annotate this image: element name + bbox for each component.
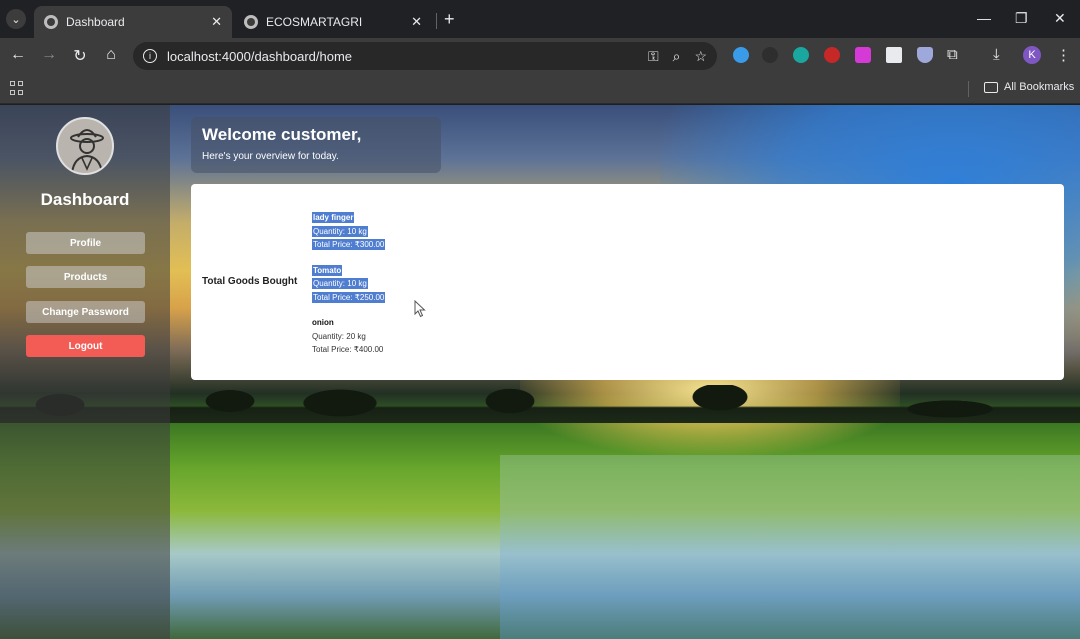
page-viewport: Dashboard Profile Products Change Passwo…: [0, 105, 1080, 639]
tab-separator: [436, 13, 437, 29]
globe-icon: [244, 15, 258, 29]
logout-button[interactable]: Logout: [26, 335, 145, 357]
bookmarks-separator: [968, 81, 969, 97]
extension-icon[interactable]: [886, 47, 902, 63]
extension-icon[interactable]: [762, 47, 778, 63]
close-tab-icon[interactable]: ✕: [411, 14, 422, 30]
folder-icon: [984, 81, 998, 93]
address-bar[interactable]: i localhost:4000/dashboard/home ⚿ ⌕ ☆: [133, 42, 717, 70]
close-window-button[interactable]: ✕: [1054, 10, 1066, 27]
arrow-right-icon: →: [41, 46, 57, 63]
reload-button[interactable]: ↻: [70, 46, 90, 66]
star-icon[interactable]: ☆: [694, 48, 707, 65]
forward-button[interactable]: →: [39, 46, 59, 64]
tab-strip: ⌄ Dashboard ✕ ECOSMARTAGRI ✕ + — ❐ ✕: [0, 0, 1080, 38]
plus-icon: +: [444, 9, 455, 29]
list-item: Tomato Quantity: 10 kg Total Price: ₹250…: [312, 264, 386, 305]
bookmarks-bar: All Bookmarks: [0, 74, 1080, 104]
reload-icon: ↻: [73, 48, 87, 65]
url-text[interactable]: localhost:4000/dashboard/home: [167, 49, 634, 64]
apps-grid-icon[interactable]: [10, 81, 24, 95]
kebab-menu-icon[interactable]: ⋮: [1056, 46, 1071, 64]
item-name: lady finger: [312, 212, 355, 223]
close-icon: ✕: [1054, 10, 1066, 26]
tab-title: ECOSMARTAGRI: [266, 15, 363, 29]
item-name: Tomato: [312, 264, 343, 276]
item-total-price: Total Price: ₹250.00: [312, 291, 386, 303]
globe-icon: [44, 15, 58, 29]
sidebar-title: Dashboard: [40, 190, 130, 209]
home-icon: ⌂: [106, 46, 116, 63]
tab-dashboard[interactable]: Dashboard ✕: [34, 6, 232, 38]
arrow-left-icon: ←: [10, 46, 26, 63]
goods-card: Total Goods Bought lady finger Quantity:…: [191, 184, 1064, 380]
extension-icon[interactable]: [855, 47, 871, 63]
zoom-icon[interactable]: ⌕: [673, 48, 681, 65]
item-quantity: Quantity: 10 kg: [312, 278, 368, 289]
item-total-price: Total Price: ₹300.00: [312, 239, 386, 250]
tab-ecosmartagri[interactable]: ECOSMARTAGRI ✕: [234, 6, 432, 38]
item-name: onion: [312, 318, 334, 327]
list-item: onion Quantity: 20 kg Total Price: ₹400.…: [312, 316, 385, 357]
info-icon[interactable]: i: [143, 49, 157, 63]
all-bookmarks-label: All Bookmarks: [1004, 81, 1075, 93]
products-button[interactable]: Products: [26, 266, 145, 288]
farmer-avatar-icon: [56, 117, 114, 175]
all-bookmarks-button[interactable]: All Bookmarks: [984, 81, 1074, 93]
item-total-price: Total Price: ₹400.00: [312, 345, 384, 354]
chevron-down-icon: ⌄: [11, 13, 21, 26]
sidebar: Dashboard Profile Products Change Passwo…: [0, 105, 170, 639]
change-password-button[interactable]: Change Password: [26, 301, 145, 323]
minimize-button[interactable]: —: [977, 10, 991, 26]
mouse-cursor-icon: [414, 300, 426, 318]
profile-button[interactable]: Profile: [26, 232, 145, 254]
item-quantity: Quantity: 10 kg: [312, 225, 368, 237]
welcome-banner: Welcome customer, Here's your overview f…: [191, 117, 441, 173]
profile-avatar[interactable]: K: [1023, 46, 1041, 64]
home-button[interactable]: ⌂: [101, 46, 121, 64]
key-icon[interactable]: ⚿: [648, 48, 659, 65]
close-tab-icon[interactable]: ✕: [211, 14, 222, 30]
restore-button[interactable]: ❐: [1015, 10, 1028, 27]
extension-icon[interactable]: [793, 47, 809, 63]
extension-icon[interactable]: [824, 47, 840, 63]
new-tab-button[interactable]: +: [444, 9, 455, 29]
welcome-title: Welcome customer,: [202, 125, 362, 144]
orders-list: lady finger Quantity: 10 kg Total Price:…: [312, 211, 386, 369]
item-quantity: Quantity: 20 kg: [312, 331, 366, 341]
shield-icon[interactable]: [917, 47, 933, 63]
back-button[interactable]: ←: [8, 46, 28, 64]
puzzle-icon[interactable]: ⧉: [947, 46, 958, 63]
tab-search-button[interactable]: ⌄: [6, 9, 26, 29]
download-icon[interactable]: ⤓: [993, 46, 1000, 63]
restore-icon: ❐: [1015, 10, 1028, 26]
background-water: [500, 455, 1080, 639]
goods-label: Total Goods Bought: [202, 276, 298, 287]
tab-title: Dashboard: [66, 15, 125, 29]
minimize-icon: —: [977, 10, 991, 26]
welcome-subtitle: Here's your overview for today.: [202, 151, 339, 162]
list-item: lady finger Quantity: 10 kg Total Price:…: [312, 211, 386, 252]
extension-icon[interactable]: [733, 47, 749, 63]
